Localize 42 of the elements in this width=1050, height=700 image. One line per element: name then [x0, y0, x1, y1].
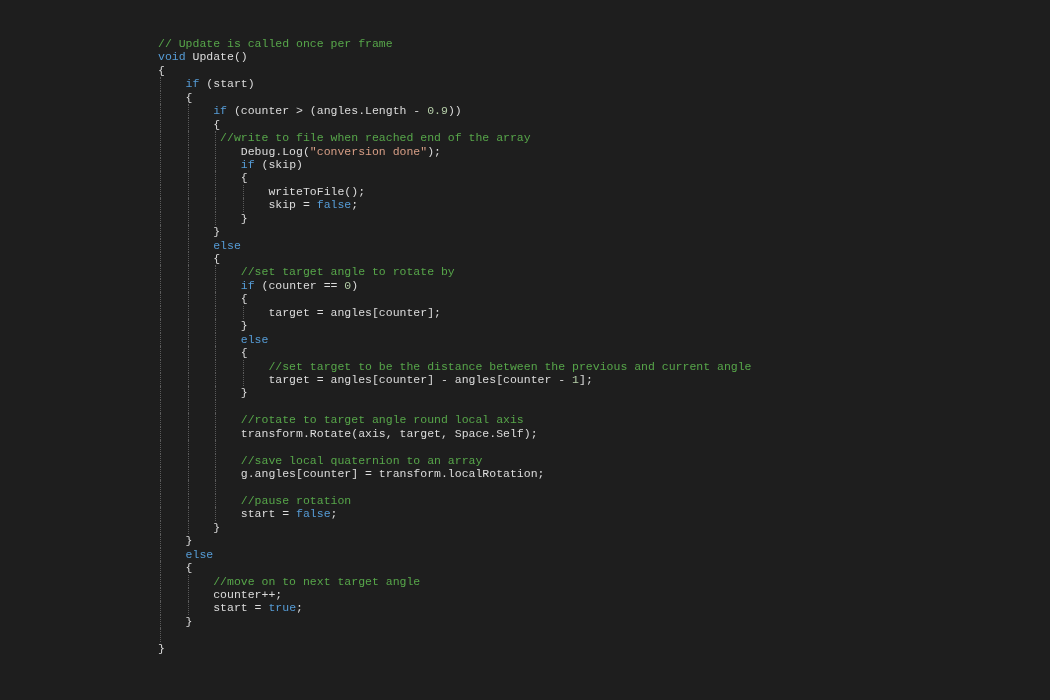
- code-line: skip = false;: [267, 198, 359, 212]
- code-line: }: [239, 386, 248, 400]
- code-line: //rotate to target angle round local axis: [239, 413, 524, 427]
- code-line: }: [212, 225, 221, 239]
- code-line: {: [184, 561, 193, 575]
- code-line: transform.Rotate(axis, target, Space.Self);: [239, 426, 538, 440]
- code-line: }: [212, 520, 221, 534]
- code-line: void Update(): [158, 50, 248, 64]
- code-line: }: [184, 534, 193, 548]
- code-line: Debug.Log("conversion done");: [239, 144, 441, 158]
- code-line: target = angles[counter];: [267, 305, 441, 319]
- code-line: g.angles[counter] = transform.localRotation;: [239, 467, 545, 480]
- code-line: {: [212, 117, 221, 131]
- code-line: //pause rotation: [239, 493, 352, 507]
- code-line: if (start): [184, 77, 255, 91]
- code-line: {: [239, 346, 248, 360]
- code-line: {: [184, 90, 193, 104]
- code-line: target = angles[counter] - angles[counter - 1];: [267, 372, 593, 386]
- code-line: }: [158, 641, 165, 655]
- code-line: counter++;: [212, 587, 283, 601]
- code-line: {: [239, 171, 248, 185]
- code-line: writeToFile();: [267, 184, 366, 198]
- code-line: //set target to be the distance between the previous and current angle: [267, 359, 752, 373]
- code-line: // Update is called once per frame: [158, 37, 393, 50]
- code-line: }: [239, 319, 248, 333]
- code-line: if (counter > (angles.Length - 0.9)): [212, 104, 462, 118]
- code-line: {: [212, 252, 221, 265]
- code-line: //save local quaternion to an array: [239, 453, 483, 467]
- code-line: else: [239, 332, 269, 346]
- code-line: }: [239, 211, 248, 225]
- code-line: start = true;: [212, 601, 303, 615]
- code-line: else: [184, 547, 214, 561]
- code-line: {: [158, 63, 165, 77]
- code-line: if (counter == 0): [239, 278, 359, 292]
- code-line: {: [239, 292, 248, 306]
- code-line: if (skip): [239, 157, 303, 171]
- code-line: else: [212, 238, 241, 252]
- code-line: //move on to next target angle: [212, 574, 421, 588]
- code-line: //set target angle to rotate by: [239, 265, 455, 279]
- code-line: //write to file when reached end of the array: [219, 131, 531, 145]
- code-line: start = false;: [239, 507, 338, 521]
- code-line: }: [184, 614, 193, 628]
